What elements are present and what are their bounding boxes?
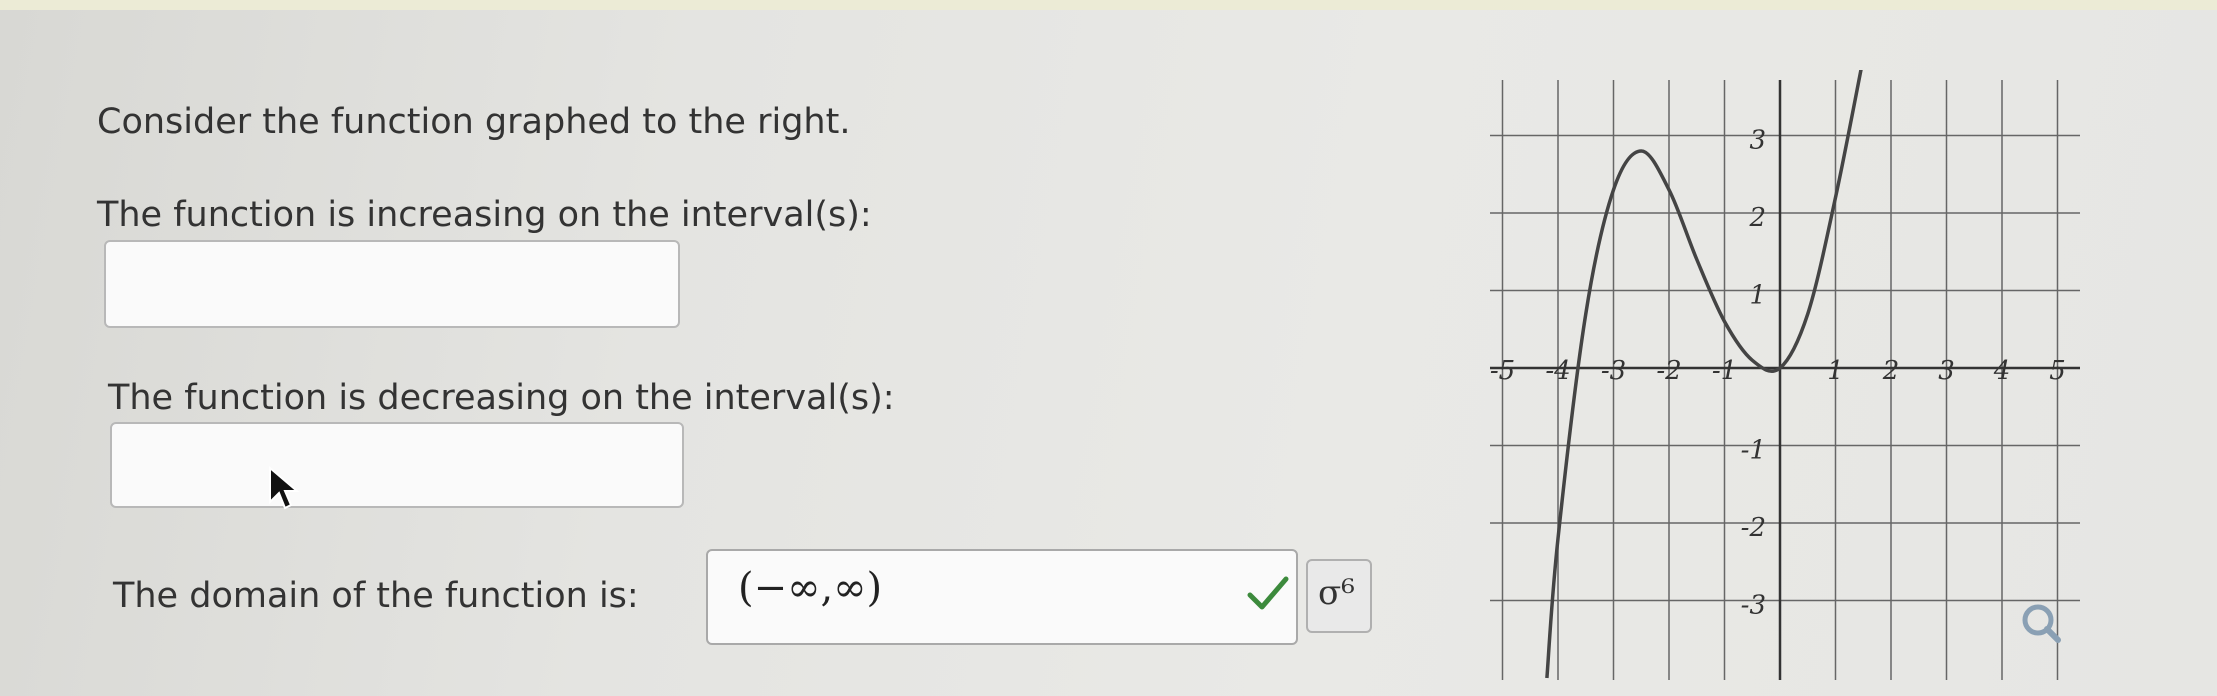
zoom-icon[interactable] xyxy=(2022,604,2061,643)
y-tick-label: -1 xyxy=(1741,436,1766,466)
x-tick-label: -1 xyxy=(1712,356,1737,386)
y-tick-label: 3 xyxy=(1749,126,1766,156)
domain-answer-input[interactable]: (−∞,∞) xyxy=(706,549,1298,645)
domain-label: The domain of the function is: xyxy=(113,576,639,616)
y-tick-label: 1 xyxy=(1749,281,1766,311)
decreasing-answer-input[interactable] xyxy=(110,422,684,508)
x-tick-label: -2 xyxy=(1656,356,1681,386)
question-intro: Consider the function graphed to the rig… xyxy=(97,102,851,142)
graph-grid xyxy=(1490,80,2080,680)
x-tick-label: -3 xyxy=(1601,356,1626,386)
check-icon xyxy=(1247,576,1289,610)
x-tick-label: 4 xyxy=(1993,356,2011,386)
increasing-label: The function is increasing on the interv… xyxy=(97,195,872,235)
x-tick-label: 2 xyxy=(1882,356,1900,386)
x-tick-label: 5 xyxy=(2049,356,2066,386)
graph-axes xyxy=(1490,80,2080,680)
domain-answer-value: (−∞,∞) xyxy=(738,565,883,611)
x-tick-label: -4 xyxy=(1545,356,1570,386)
increasing-answer-input[interactable] xyxy=(104,240,680,328)
function-curve xyxy=(1545,70,1863,679)
y-tick-label: -3 xyxy=(1741,591,1766,621)
x-tick-label: 3 xyxy=(1938,356,1955,386)
math-keypad-button[interactable]: σ⁶ xyxy=(1306,559,1372,633)
decreasing-label: The function is decreasing on the interv… xyxy=(108,378,895,418)
y-tick-label: -2 xyxy=(1741,513,1766,543)
x-tick-label: 1 xyxy=(1827,356,1844,386)
x-tick-label: -5 xyxy=(1490,356,1515,386)
y-tick-label: 2 xyxy=(1748,203,1766,233)
mouse-cursor-icon xyxy=(269,466,300,510)
math-keypad-label: σ⁶ xyxy=(1318,573,1355,613)
top-bar xyxy=(0,0,2217,10)
function-graph: -5 -4 -3 -2 -1 1 2 3 4 5 3 2 1 -1 -2 -3 xyxy=(1490,70,2080,680)
